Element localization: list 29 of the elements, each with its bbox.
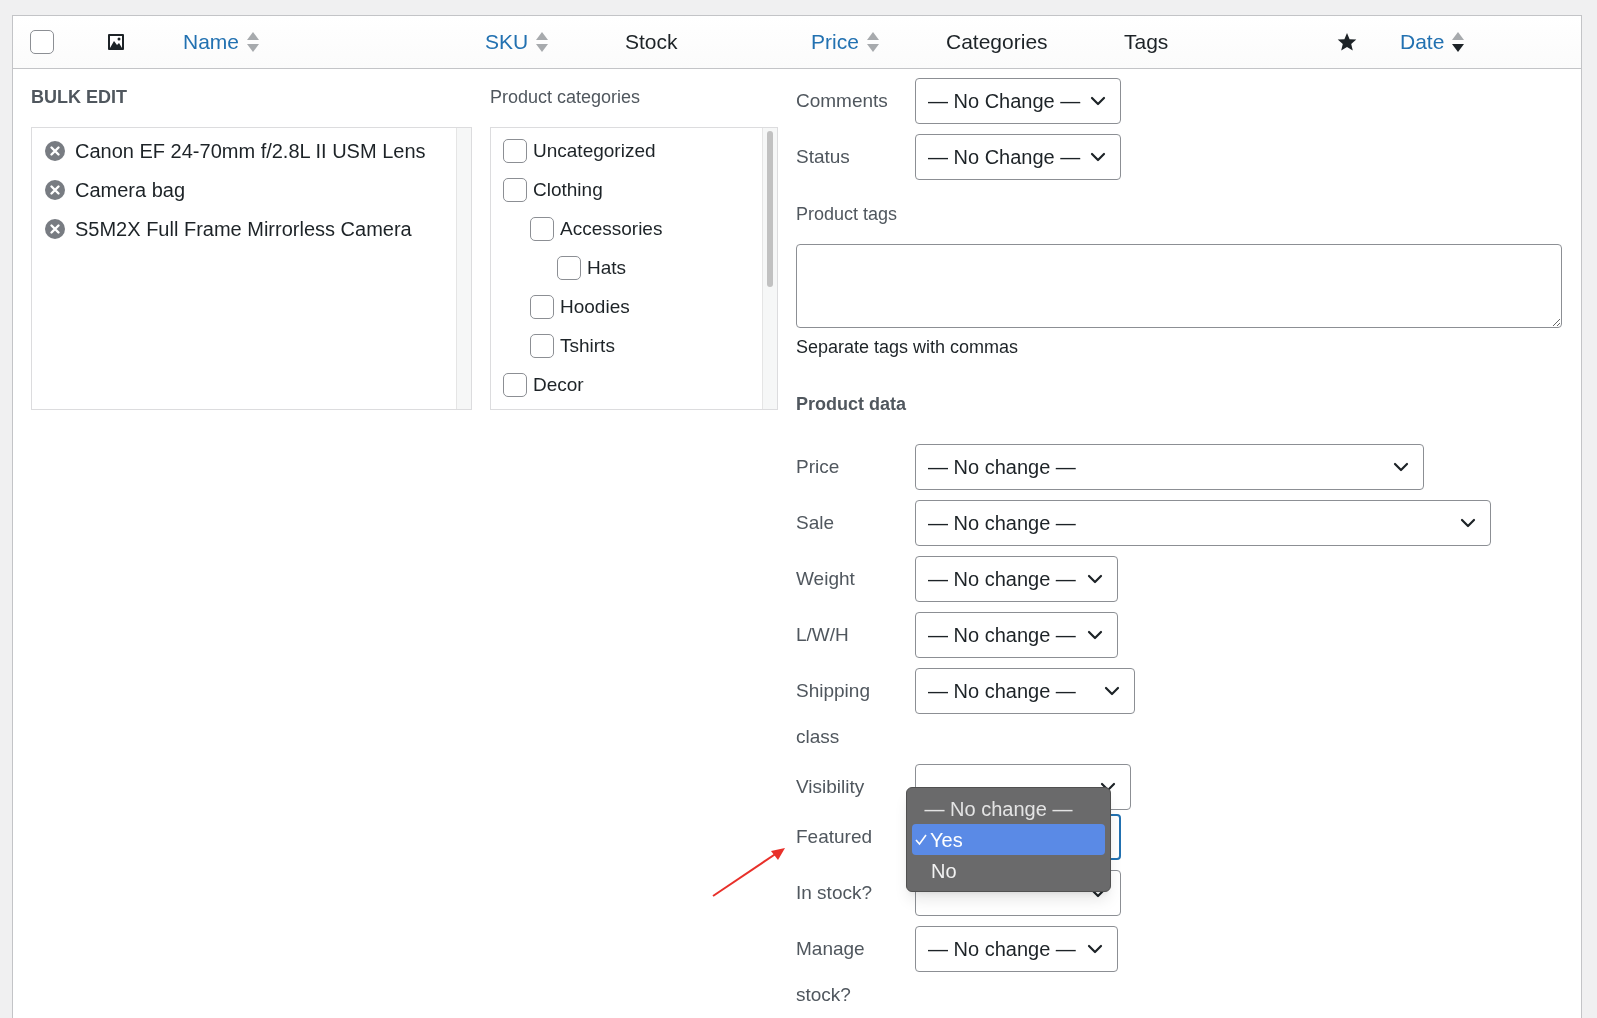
field-hint: Separate tags with commas	[796, 336, 1020, 359]
section-title: Product data	[796, 393, 907, 416]
category-label: Hats	[587, 255, 627, 280]
field-label: Comments	[796, 89, 889, 113]
section-title: BULK EDIT	[31, 86, 128, 109]
field-label: Featured	[796, 825, 874, 849]
category-label: Clothing	[533, 177, 603, 202]
field-label: Weight	[796, 567, 856, 591]
field-label: Manage stock?	[796, 937, 866, 1007]
column-heading: Categories	[946, 29, 1048, 56]
field-label: Visibility	[796, 775, 866, 799]
section-label: Product categories	[490, 86, 642, 109]
column-heading: Stock	[625, 29, 678, 56]
category-label: Decor	[533, 372, 584, 397]
field-label: Status	[796, 145, 851, 169]
field-label: Price	[796, 455, 841, 479]
field-label: Shipping class	[796, 679, 871, 749]
field-label: Product tags	[796, 203, 899, 226]
category-label: Hoodies	[560, 294, 630, 319]
category-label: Accessories	[560, 216, 663, 241]
field-label: In stock?	[796, 881, 874, 905]
category-label: Tshirts	[560, 333, 615, 358]
product-name: S5M2X Full Frame Mirrorless Camera	[75, 216, 412, 242]
column-heading: Tags	[1124, 29, 1169, 56]
product-name: Canon EF 24-70mm f/2.8L II USM Lens	[75, 138, 426, 164]
field-label: Sale	[796, 511, 836, 535]
product-name: Camera bag	[75, 177, 186, 203]
field-label: L/W/H	[796, 623, 850, 647]
category-label: Uncategorized	[533, 138, 656, 163]
